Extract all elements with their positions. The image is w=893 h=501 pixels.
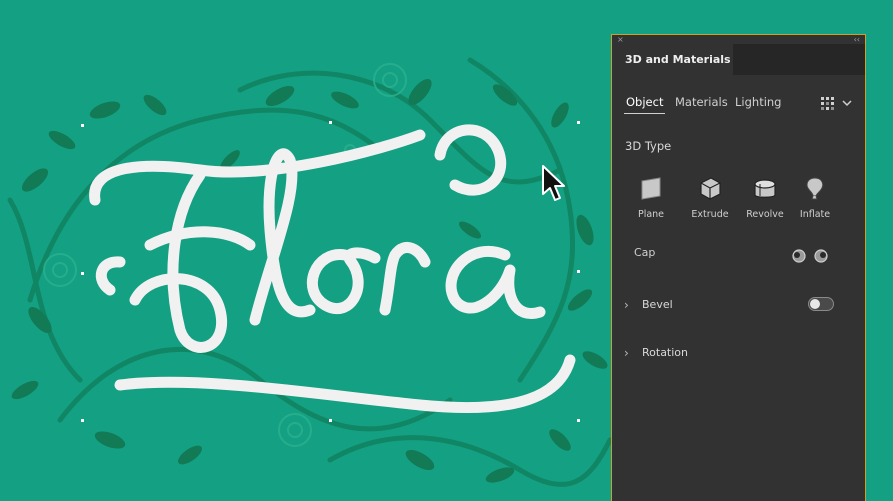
cap-on-button[interactable]	[791, 248, 807, 264]
active-tab-underline	[624, 113, 665, 114]
toggle-knob	[810, 299, 820, 309]
render-quality-button[interactable]	[819, 95, 853, 111]
plane-button[interactable]: Plane	[622, 175, 680, 231]
3d-materials-panel: × ‹‹ 3D and Materials Object Materials L…	[611, 34, 866, 501]
extrude-button[interactable]: Extrude	[681, 175, 739, 231]
extrude-icon	[700, 177, 721, 200]
cap-off-icon	[814, 249, 828, 263]
inflate-button[interactable]: Inflate	[786, 175, 844, 231]
collapse-icon[interactable]: ‹‹	[854, 35, 860, 44]
tab-object[interactable]: Object	[626, 93, 663, 111]
mouse-cursor-icon	[542, 165, 565, 201]
panel-tab-3d-materials[interactable]: 3D and Materials	[612, 44, 733, 75]
bevel-label: Bevel	[642, 298, 673, 311]
3d-type-heading: 3D Type	[625, 139, 672, 153]
panel-tab-bar: 3D and Materials	[612, 44, 865, 75]
plane-icon	[641, 177, 661, 200]
bevel-toggle[interactable]	[808, 297, 834, 311]
close-icon[interactable]: ×	[617, 35, 624, 44]
tab-materials[interactable]: Materials	[675, 93, 728, 111]
chevron-right-icon: ›	[624, 346, 629, 360]
revolve-icon	[754, 179, 776, 198]
plane-label: Plane	[637, 209, 665, 220]
panel-header-strip: × ‹‹	[612, 35, 865, 44]
extrude-label: Extrude	[691, 209, 729, 220]
quality-grid-icon	[821, 97, 852, 110]
rotation-section[interactable]: › Rotation	[624, 344, 844, 362]
tab-lighting[interactable]: Lighting	[735, 93, 781, 111]
cap-off-button[interactable]	[813, 248, 829, 264]
chevron-right-icon: ›	[624, 298, 629, 312]
cap-label: Cap	[634, 246, 656, 259]
cap-on-icon	[792, 249, 806, 263]
inflate-label: Inflate	[799, 209, 831, 220]
inflate-icon	[806, 177, 824, 200]
rotation-label: Rotation	[642, 346, 689, 359]
